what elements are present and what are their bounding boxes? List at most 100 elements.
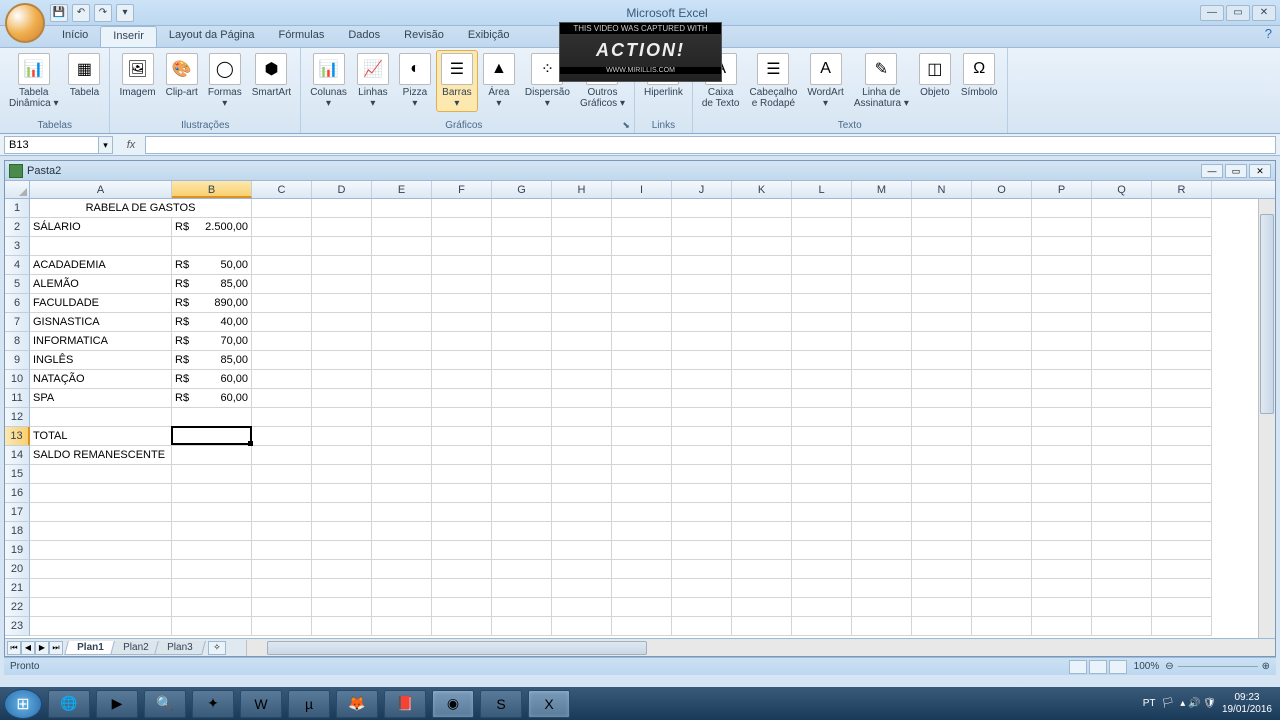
cell[interactable] [732, 484, 792, 503]
cell[interactable] [372, 389, 432, 408]
cell[interactable] [732, 560, 792, 579]
cell[interactable] [792, 237, 852, 256]
cell[interactable] [852, 218, 912, 237]
cell[interactable] [852, 503, 912, 522]
cell[interactable] [492, 313, 552, 332]
ribbon-item[interactable]: ⬢SmartArt [247, 50, 296, 101]
ribbon-item[interactable]: ☰Barras▾ [436, 50, 478, 112]
cell[interactable] [612, 541, 672, 560]
cell[interactable] [1152, 351, 1212, 370]
cell[interactable] [432, 560, 492, 579]
col-header-K[interactable]: K [732, 181, 792, 198]
cell[interactable] [1152, 560, 1212, 579]
col-header-A[interactable]: A [30, 181, 172, 198]
cell[interactable] [912, 332, 972, 351]
cell[interactable] [732, 294, 792, 313]
cell[interactable] [672, 408, 732, 427]
cell[interactable] [732, 598, 792, 617]
cell[interactable] [1152, 579, 1212, 598]
cell[interactable] [852, 351, 912, 370]
cell[interactable] [252, 579, 312, 598]
cell[interactable] [1152, 427, 1212, 446]
cell[interactable] [252, 541, 312, 560]
cell[interactable] [252, 465, 312, 484]
cell[interactable] [432, 465, 492, 484]
cell[interactable] [1032, 598, 1092, 617]
tray-clock[interactable]: 09:23 19/01/2016 [1222, 692, 1272, 716]
cell[interactable] [372, 617, 432, 636]
cell[interactable] [492, 503, 552, 522]
cell[interactable] [852, 237, 912, 256]
row-header[interactable]: 23 [5, 617, 30, 636]
cell[interactable] [312, 313, 372, 332]
cell[interactable] [252, 389, 312, 408]
ribbon-tab-fórmulas[interactable]: Fórmulas [267, 26, 337, 47]
cell[interactable] [912, 465, 972, 484]
ribbon-item[interactable]: ΩSímbolo [956, 50, 1003, 101]
cell[interactable] [552, 351, 612, 370]
cell[interactable] [1152, 465, 1212, 484]
cell[interactable] [612, 218, 672, 237]
cell[interactable] [372, 541, 432, 560]
cell[interactable] [552, 446, 612, 465]
cell[interactable] [172, 503, 252, 522]
cell[interactable] [372, 351, 432, 370]
cell[interactable] [492, 199, 552, 218]
cell[interactable] [972, 465, 1032, 484]
wb-close[interactable]: ✕ [1249, 164, 1271, 178]
row-header[interactable]: 22 [5, 598, 30, 617]
cell[interactable] [1092, 598, 1152, 617]
cell[interactable] [252, 503, 312, 522]
cell[interactable] [972, 294, 1032, 313]
cell[interactable] [852, 313, 912, 332]
cell[interactable] [612, 408, 672, 427]
cell[interactable] [312, 465, 372, 484]
ribbon-item[interactable]: ◐Pizza▾ [394, 50, 436, 112]
row-header[interactable]: 10 [5, 370, 30, 389]
cell[interactable] [432, 617, 492, 636]
vertical-scrollbar[interactable] [1258, 199, 1275, 638]
cell[interactable] [312, 598, 372, 617]
cell[interactable] [1152, 389, 1212, 408]
cell[interactable]: GISNASTICA [30, 313, 172, 332]
cell[interactable] [1092, 503, 1152, 522]
cell[interactable] [912, 351, 972, 370]
cell[interactable] [372, 332, 432, 351]
cell[interactable] [852, 294, 912, 313]
cell[interactable] [912, 541, 972, 560]
name-box[interactable]: B13 [4, 136, 99, 154]
cell[interactable] [1092, 351, 1152, 370]
cell[interactable] [252, 560, 312, 579]
ribbon-tab-layout da página[interactable]: Layout da Página [157, 26, 267, 47]
cell[interactable] [672, 484, 732, 503]
cell[interactable]: R$890,00 [172, 294, 252, 313]
col-header-M[interactable]: M [852, 181, 912, 198]
cell[interactable] [852, 560, 912, 579]
cell[interactable] [1032, 313, 1092, 332]
cell[interactable] [612, 484, 672, 503]
sheet-tab-Plan1[interactable]: Plan1 [64, 641, 116, 655]
cell[interactable] [252, 199, 312, 218]
system-tray[interactable]: PT 🏳 ▴ 🔊 🛡 09:23 19/01/2016 [1143, 692, 1276, 716]
cell[interactable] [1092, 370, 1152, 389]
cell[interactable] [252, 256, 312, 275]
cell[interactable] [492, 598, 552, 617]
cell[interactable] [312, 446, 372, 465]
row-header[interactable]: 4 [5, 256, 30, 275]
col-header-P[interactable]: P [1032, 181, 1092, 198]
cell[interactable] [172, 408, 252, 427]
cell[interactable] [912, 579, 972, 598]
cell[interactable] [972, 617, 1032, 636]
cell[interactable] [30, 408, 172, 427]
cell[interactable] [492, 522, 552, 541]
cell[interactable] [1032, 370, 1092, 389]
cell[interactable] [1032, 579, 1092, 598]
cell[interactable] [1092, 541, 1152, 560]
cell[interactable] [732, 465, 792, 484]
cell[interactable] [312, 370, 372, 389]
cell[interactable] [172, 484, 252, 503]
cell[interactable] [1032, 408, 1092, 427]
cell[interactable] [672, 313, 732, 332]
cell[interactable] [732, 351, 792, 370]
cell[interactable] [372, 579, 432, 598]
